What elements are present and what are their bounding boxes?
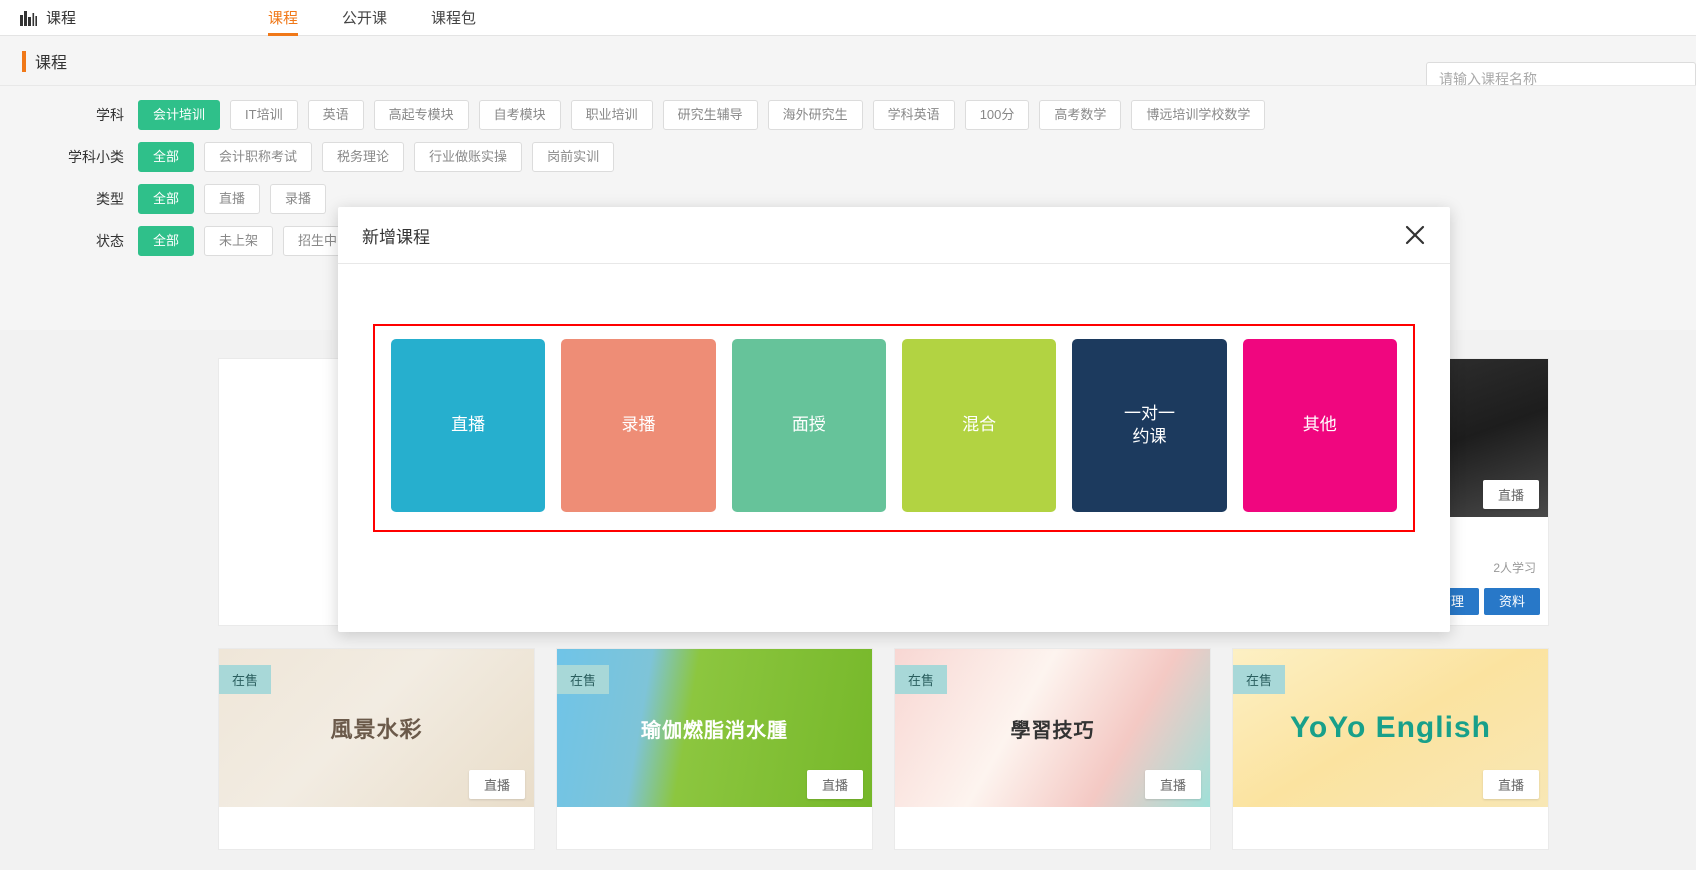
close-icon[interactable]	[1400, 220, 1430, 250]
modal-header: 新增课程	[338, 207, 1450, 264]
course-type-tile-recorded[interactable]: 录播	[561, 339, 716, 512]
course-type-tile-inperson[interactable]: 面授	[731, 339, 886, 512]
course-type-tile-one-on-one[interactable]: 一对一 约课	[1072, 339, 1227, 512]
course-type-tile-live[interactable]: 直播	[391, 339, 546, 512]
course-type-highlight-frame: 直播 录播 面授 混合 一对一 约课 其他	[373, 324, 1415, 532]
close-icon-glyph	[1405, 225, 1425, 245]
modal-overlay: 新增课程 直播 录播 面授 混合 一对一 约课 其他	[0, 0, 1696, 870]
course-type-tile-other[interactable]: 其他	[1242, 339, 1397, 512]
course-type-tiles: 直播 录播 面授 混合 一对一 约课 其他	[391, 339, 1397, 512]
course-type-tile-blended[interactable]: 混合	[901, 339, 1057, 512]
modal-title: 新增课程	[362, 227, 430, 247]
add-course-modal: 新增课程 直播 录播 面授 混合 一对一 约课 其他	[338, 207, 1450, 632]
modal-body: 直播 录播 面授 混合 一对一 约课 其他	[338, 264, 1450, 532]
app-root: 课程 课程 公开课 课程包 课程 学科 会计培训 IT培训 英语 高起专模块 自…	[0, 0, 1696, 870]
